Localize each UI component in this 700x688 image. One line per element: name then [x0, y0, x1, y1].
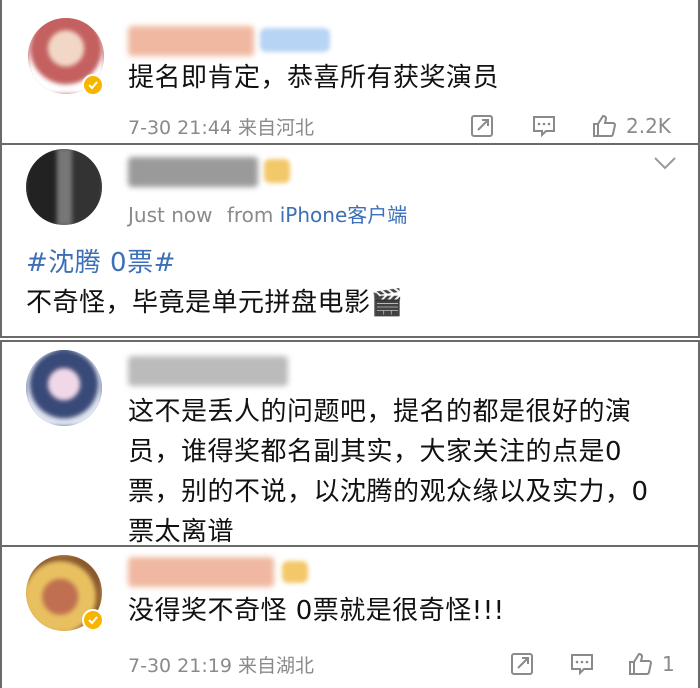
comment-text: 没得奖不奇怪 0票就是很奇怪!!! [128, 596, 505, 626]
comment-button[interactable] [568, 650, 596, 678]
comment-button[interactable] [530, 112, 558, 140]
comment-meta: Just now from iPhone客户端 [128, 199, 407, 228]
comment-card-3: 这不是丢人的问题吧，提名的都是很好的演 员，谁得奖都名副其实，大家关注的点是0 … [0, 340, 700, 547]
like-button[interactable]: 2.2K [590, 112, 671, 140]
comment-meta: 7-30 21:44 来自河北 [128, 113, 314, 140]
like-button[interactable]: 1 [626, 650, 675, 678]
verified-badge-icon [82, 609, 104, 631]
comment-line: 这不是丢人的问题吧，提名的都是很好的演 [128, 397, 632, 427]
user-badge [260, 28, 330, 52]
like-icon [593, 114, 617, 137]
share-button[interactable] [508, 650, 536, 678]
comment-text-line: 不奇怪，毕竟是单元拼盘电影🎬 [26, 283, 403, 323]
comment-meta: 7-30 21:19 来自湖北 [128, 651, 314, 678]
comment-card-1: 提名即肯定，恭喜所有获奖演员 7-30 21:44 来自河北 2.2K [0, 0, 700, 145]
hashtag-link[interactable]: #沈腾 0票# [26, 243, 176, 283]
comment-card-2: Just now from iPhone客户端 #沈腾 0票# 不奇怪，毕竟是单… [0, 143, 700, 338]
comment-line: 票，别的不说，以沈腾的观众缘以及实力，0 [128, 477, 649, 507]
post-time: Just now [128, 203, 213, 227]
comment-location: 来自河北 [237, 117, 314, 139]
comment-time: 7-30 21:44 [128, 117, 232, 139]
like-count: 1 [662, 652, 675, 676]
chevron-down-icon[interactable] [652, 155, 678, 173]
clapperboard-emoji: 🎬 [370, 288, 404, 318]
username-blurred[interactable] [128, 356, 288, 386]
comment-line: 员，谁得奖都名副其实，大家关注的点是0 [128, 437, 623, 467]
user-badge [282, 561, 308, 583]
verified-badge-icon [82, 74, 104, 96]
username-blurred[interactable] [128, 26, 254, 56]
post-from: from [226, 203, 274, 227]
comment-icon [571, 654, 593, 676]
avatar[interactable] [26, 350, 102, 426]
avatar[interactable] [26, 149, 102, 225]
share-icon [471, 115, 493, 137]
comment-time: 7-30 21:19 [128, 655, 232, 677]
comment-location: 来自湖北 [237, 655, 314, 677]
comment-text: 这不是丢人的问题吧，提名的都是很好的演 员，谁得奖都名副其实，大家关注的点是0 … [128, 392, 649, 552]
share-icon [511, 653, 533, 675]
like-icon [629, 652, 653, 675]
username-blurred[interactable] [128, 157, 258, 187]
share-button[interactable] [468, 112, 496, 140]
like-count: 2.2K [626, 114, 671, 138]
comment-text: 不奇怪，毕竟是单元拼盘电影 [26, 288, 371, 318]
comment-icon [533, 116, 555, 138]
user-badge [264, 159, 290, 183]
client-link[interactable]: iPhone客户端 [280, 203, 408, 227]
username-blurred[interactable] [128, 557, 274, 587]
comment-text: 提名即肯定，恭喜所有获奖演员 [128, 63, 500, 93]
comment-card-4: 没得奖不奇怪 0票就是很奇怪!!! 7-30 21:19 来自湖北 1 [0, 545, 700, 688]
